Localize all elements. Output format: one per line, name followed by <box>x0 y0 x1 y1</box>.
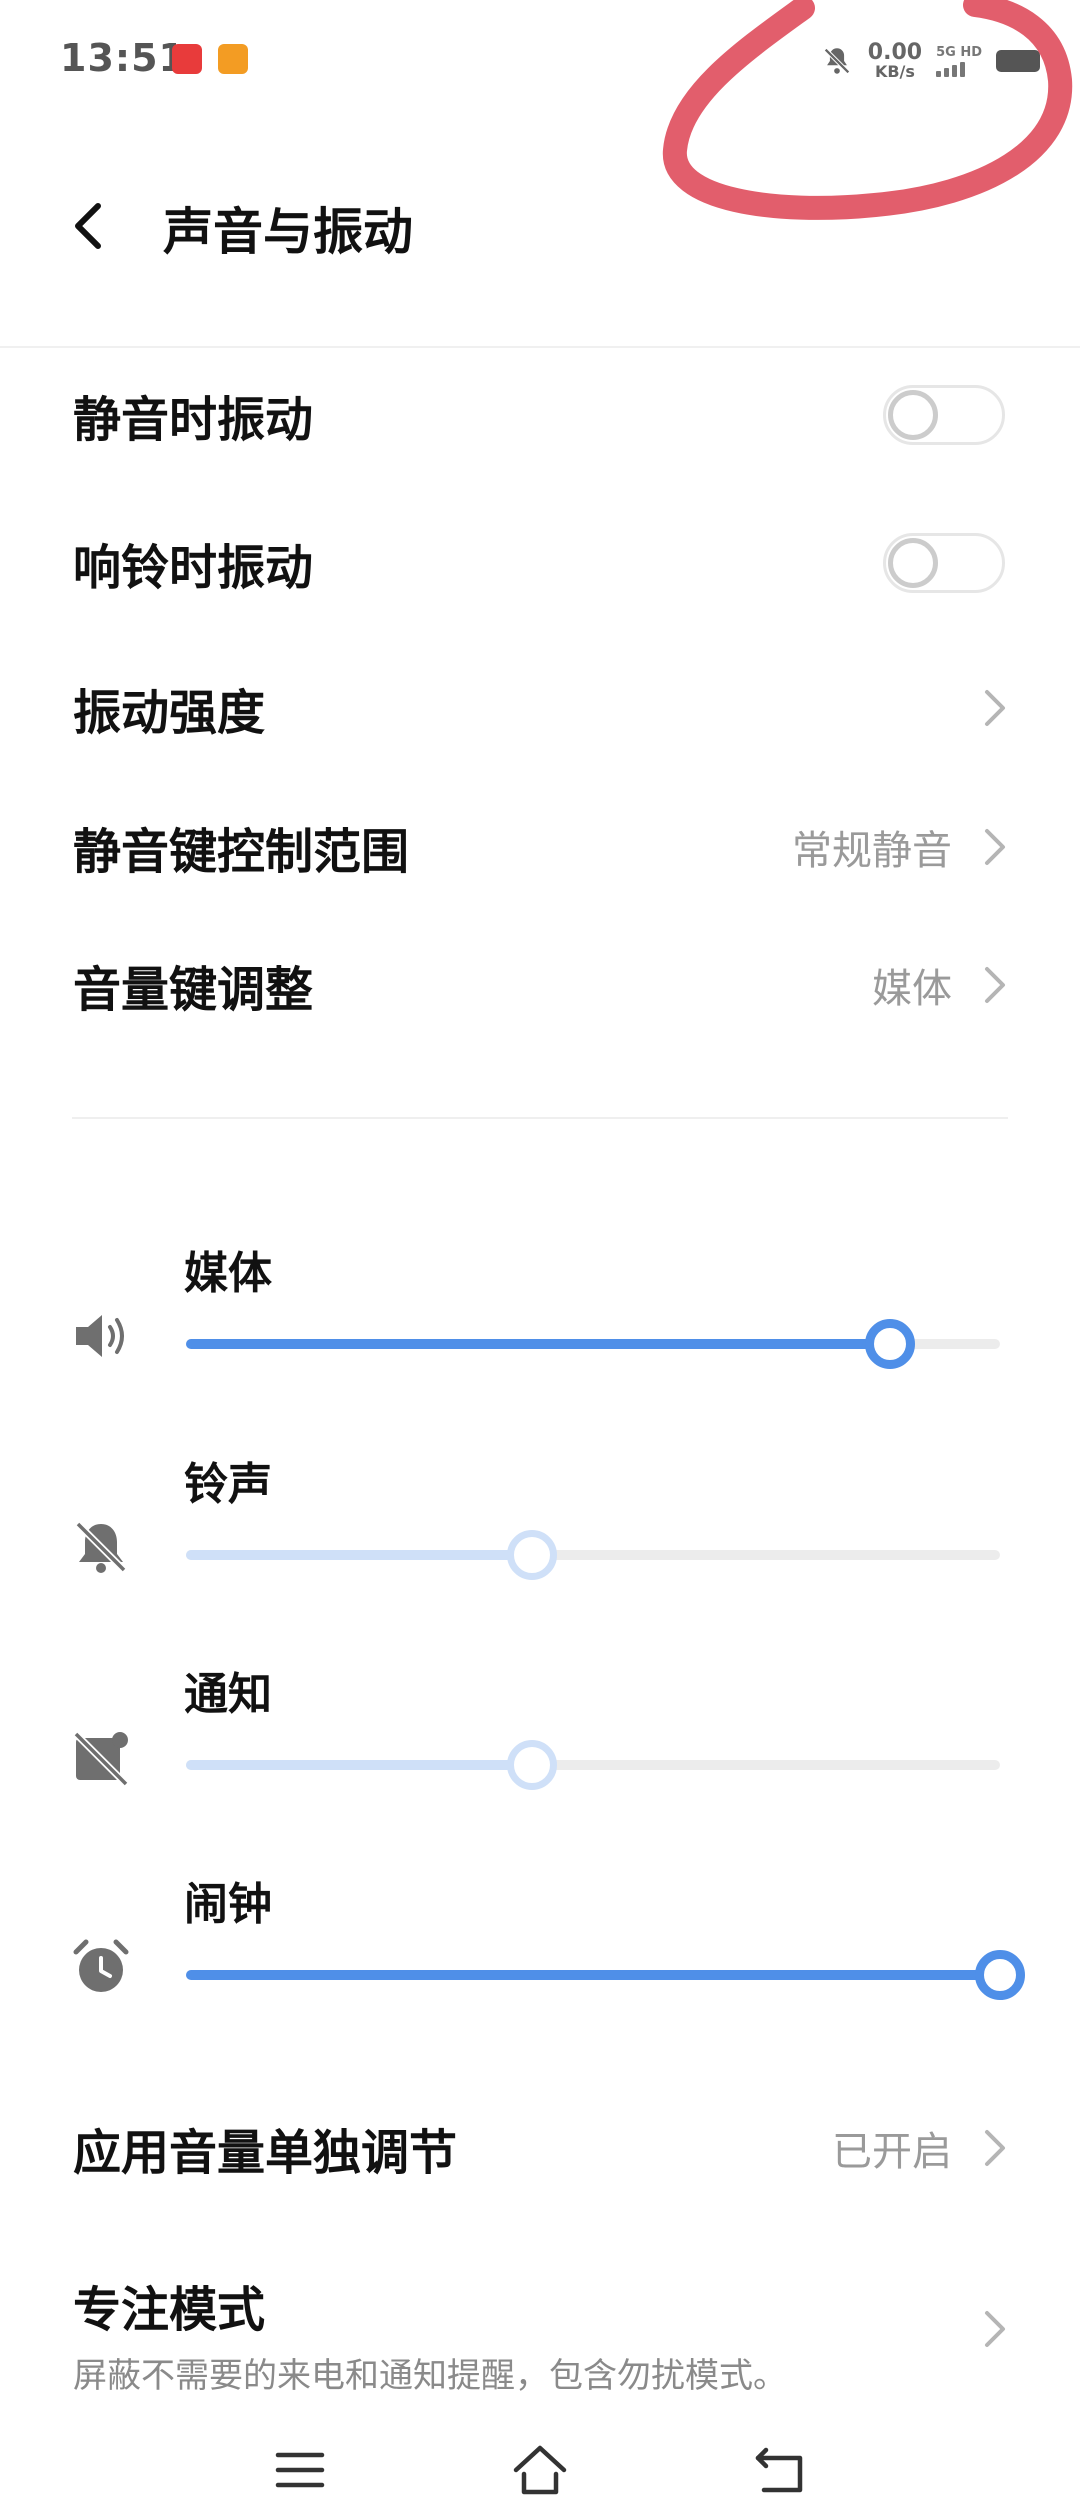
status-time: 13:51 <box>60 36 186 80</box>
mute-key-scope-label: 静音键控制范围 <box>73 824 410 880</box>
volume-key-adjust-value: 媒体 <box>872 966 952 1012</box>
network-type: 5G HD <box>936 44 982 60</box>
video-app-icon <box>218 44 248 74</box>
slider-thumb[interactable] <box>975 1950 1025 2000</box>
chevron-right-icon <box>985 2311 1005 2347</box>
focus-mode-label: 专注模式 <box>73 2282 266 2338</box>
toggle-knob <box>888 390 938 440</box>
header-divider <box>0 346 1080 348</box>
alarm-volume-slider[interactable] <box>186 1950 1025 2000</box>
slider-fill <box>186 1970 1000 1980</box>
slider-fill <box>186 1550 532 1560</box>
network-speed: 0.00 KB/s <box>868 42 922 80</box>
notification-off-icon <box>73 1731 129 1787</box>
chevron-right-icon <box>985 967 1005 1003</box>
media-volume: 媒体 <box>0 1237 1080 1387</box>
app-volume-value: 已开启 <box>832 2129 952 2175</box>
header: 声音与振动 <box>0 170 1080 290</box>
notification-volume-label: 通知 <box>184 1669 272 1720</box>
mute-key-scope-row[interactable]: 静音键控制范围 常规静音 <box>0 787 1080 907</box>
signal-indicator: 5G HD <box>936 46 982 77</box>
network-speed-value: 0.00 <box>867 40 923 65</box>
alarm-volume-label: 闹钟 <box>184 1879 272 1930</box>
volume-key-adjust-row[interactable]: 音量键调整 媒体 <box>0 925 1080 1045</box>
vibration-strength-row[interactable]: 振动强度 <box>0 648 1080 768</box>
vibrate-silent-row[interactable]: 静音时振动 <box>0 355 1080 475</box>
ringtone-volume-label: 铃声 <box>184 1459 272 1510</box>
sound-vibration-screen: 13:51 0.00 KB/s 5G HD 声音与振动 静音时振动 响铃时振动 … <box>0 0 1080 2520</box>
slider-fill <box>186 1760 532 1770</box>
ringtone-volume: 铃声 <box>0 1448 1080 1598</box>
slider-thumb[interactable] <box>507 1740 557 1790</box>
vibration-strength-label: 振动强度 <box>73 685 266 741</box>
status-bar: 13:51 0.00 KB/s 5G HD <box>0 0 1080 120</box>
home-icon[interactable] <box>510 2440 570 2500</box>
back-arrow-icon[interactable] <box>60 196 120 256</box>
speaker-icon <box>76 1315 124 1357</box>
chevron-right-icon <box>985 2130 1005 2166</box>
app-volume-label: 应用音量单独调节 <box>73 2125 458 2181</box>
bell-off-icon <box>75 1521 127 1573</box>
media-volume-label: 媒体 <box>184 1248 272 1299</box>
slider-thumb[interactable] <box>865 1319 915 1369</box>
ringtone-volume-slider[interactable] <box>186 1530 1000 1580</box>
toggle-knob <box>888 538 938 588</box>
bell-off-icon <box>823 48 850 74</box>
chevron-right-icon <box>985 690 1005 726</box>
slider-fill <box>186 1339 890 1349</box>
app-notification-icon <box>172 44 202 74</box>
volume-key-adjust-label: 音量键调整 <box>73 962 314 1018</box>
battery-icon <box>996 50 1040 72</box>
status-indicators: 0.00 KB/s 5G HD <box>820 36 1040 86</box>
vibrate-ring-toggle[interactable] <box>883 533 1005 593</box>
notification-volume: 通知 <box>0 1658 1080 1808</box>
menu-icon[interactable] <box>270 2440 330 2500</box>
vibrate-silent-label: 静音时振动 <box>73 392 314 448</box>
vibrate-silent-toggle[interactable] <box>883 385 1005 445</box>
mute-key-scope-value: 常规静音 <box>792 828 952 874</box>
signal-icon <box>936 61 966 77</box>
network-speed-unit: KB/s <box>874 62 915 81</box>
vibrate-ring-label: 响铃时振动 <box>73 540 314 596</box>
slider-thumb[interactable] <box>507 1530 557 1580</box>
alarm-clock-icon <box>73 1939 129 1992</box>
back-nav-icon[interactable] <box>750 2440 810 2500</box>
focus-mode-description: 屏蔽不需要的来电和通知提醒，包含勿扰模式。 <box>73 2356 787 2396</box>
navigation-bar <box>0 2420 1080 2520</box>
chevron-right-icon <box>985 829 1005 865</box>
section-divider <box>72 1117 1008 1119</box>
vibrate-ring-row[interactable]: 响铃时振动 <box>0 503 1080 623</box>
alarm-volume: 闹钟 <box>0 1868 1080 2018</box>
app-volume-row[interactable]: 应用音量单独调节 已开启 <box>0 2088 1080 2208</box>
notification-volume-slider[interactable] <box>186 1740 1000 1790</box>
media-volume-slider[interactable] <box>186 1319 1000 1369</box>
page-title: 声音与振动 <box>163 203 413 261</box>
